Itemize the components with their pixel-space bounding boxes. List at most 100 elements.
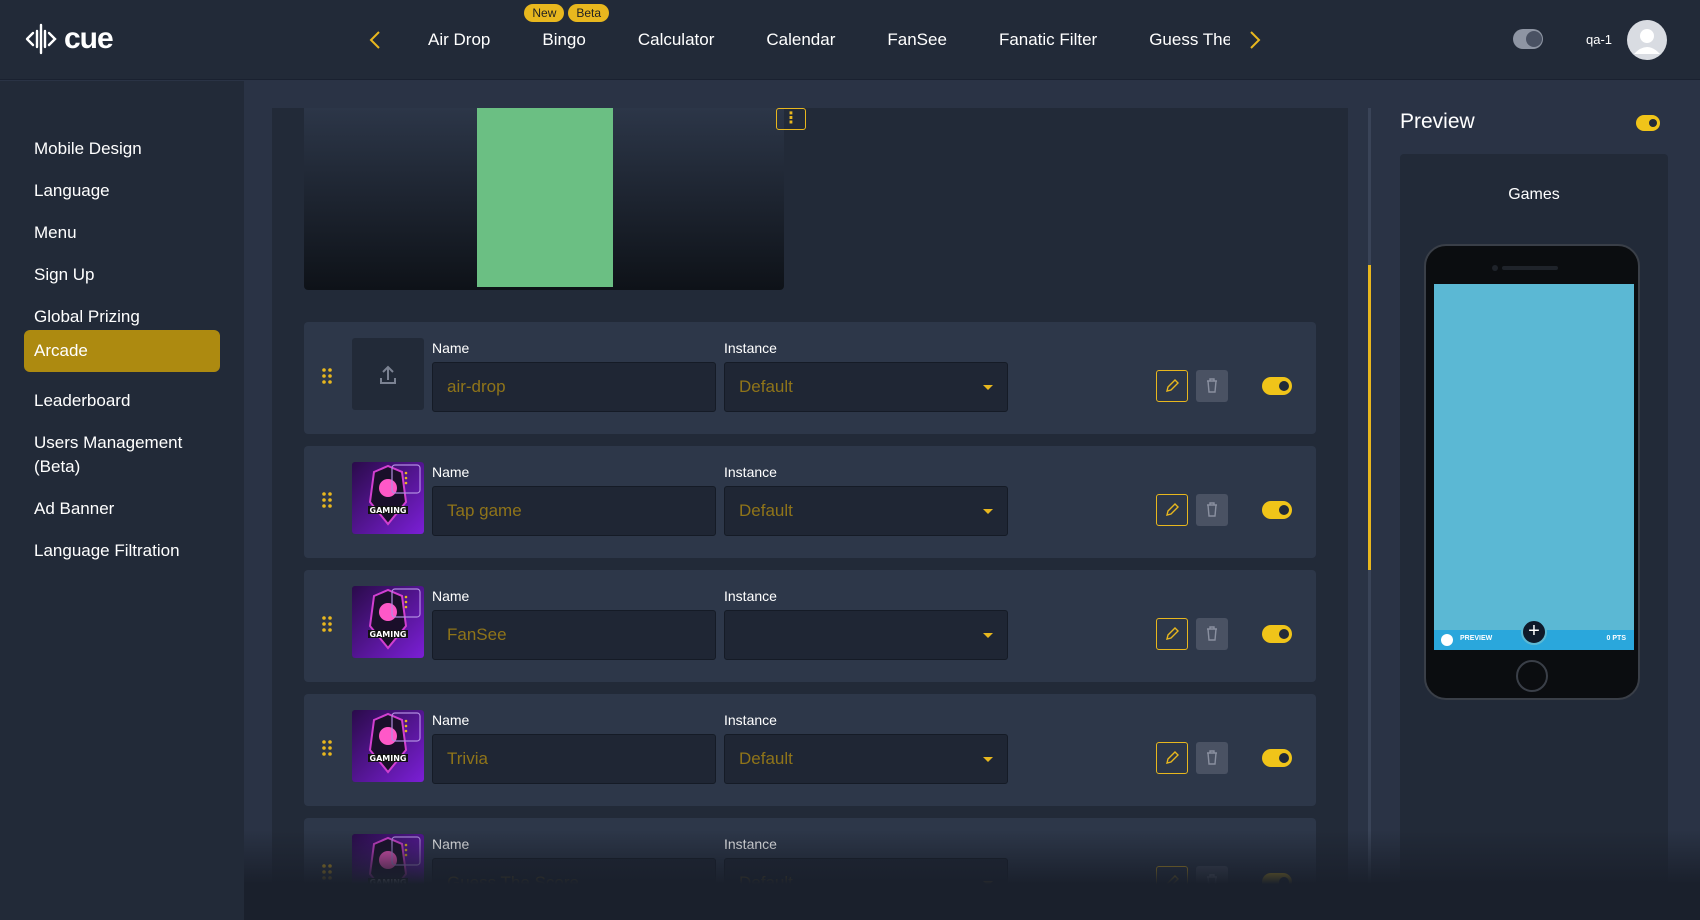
sidebar-item-users-management[interactable]: Users Management (Beta) (24, 423, 220, 487)
sidebar-item-label: Arcade (34, 341, 88, 360)
delete-button[interactable] (1196, 494, 1228, 526)
upload-thumbnail-button[interactable] (352, 338, 424, 410)
pencil-icon (1166, 379, 1179, 392)
delete-button[interactable] (1196, 618, 1228, 650)
arcade-games-panel: ⋮ Name Instance air-drop Default GAMING … (272, 108, 1348, 920)
game-row: GAMING Name Instance Trivia Default (304, 694, 1316, 806)
sidebar-item-label: Ad Banner (34, 499, 115, 518)
delete-button[interactable] (1196, 370, 1228, 402)
pencil-icon (1166, 627, 1179, 640)
beta-badge: Beta (568, 4, 610, 22)
caret-down-icon (983, 881, 993, 886)
pencil-icon (1166, 503, 1179, 516)
theme-toggle[interactable] (1513, 29, 1543, 49)
instance-select[interactable]: Default (724, 486, 1008, 536)
delete-button[interactable] (1196, 742, 1228, 774)
drag-handle-icon[interactable] (322, 492, 332, 508)
sidebar-item-mobile-design[interactable]: Mobile Design (24, 129, 220, 169)
tab-bingo[interactable]: New Beta Bingo (524, 4, 610, 50)
tab-air-drop[interactable]: Air Drop (428, 30, 490, 50)
tab-label: Air Drop (428, 30, 491, 49)
sidebar-item-leaderboard[interactable]: Leaderboard (24, 381, 220, 421)
footer-left-text: PREVIEW (1460, 635, 1493, 642)
phone-mockup: PREVIEW 0 PTS + (1424, 244, 1640, 700)
edit-button[interactable] (1156, 618, 1188, 650)
sidebar-item-menu[interactable]: Menu (24, 213, 220, 253)
edit-button[interactable] (1156, 866, 1188, 898)
game-thumbnail[interactable]: GAMING (352, 462, 424, 534)
sidebar: Mobile Design Language Menu Sign Up Glob… (0, 81, 244, 920)
tab-calculator[interactable]: Calculator (638, 30, 715, 50)
tab-fansee[interactable]: FanSee (887, 30, 947, 50)
name-label: Name (432, 712, 470, 728)
tab-label: Calendar (766, 30, 836, 49)
trash-icon (1207, 502, 1217, 517)
game-name-input[interactable]: Trivia (432, 734, 716, 784)
instance-label: Instance (724, 340, 777, 356)
sidebar-item-language[interactable]: Language (24, 171, 220, 211)
instance-select[interactable]: Default (724, 734, 1008, 784)
instance-value: Default (739, 749, 793, 768)
instance-label: Instance (724, 712, 777, 728)
more-options-icon[interactable]: ⋮ (776, 108, 806, 130)
game-row: GAMING Name Instance Guess The Score Def… (304, 818, 1316, 920)
sidebar-item-sign-up[interactable]: Sign Up (24, 255, 220, 295)
game-thumbnail[interactable]: GAMING (352, 710, 424, 782)
tab-calendar[interactable]: Calendar (766, 30, 835, 50)
instance-select[interactable]: Default (724, 858, 1008, 908)
user-name: qa-1 (1586, 32, 1613, 47)
top-bar: cue Air Drop New Beta Bingo Calculator C… (0, 0, 1700, 80)
cue-logo-icon (25, 23, 57, 55)
instance-value: Default (739, 377, 793, 396)
preview-toggle[interactable] (1636, 115, 1660, 131)
plus-icon: + (1521, 619, 1547, 645)
cue-logo[interactable]: cue (24, 22, 114, 56)
drag-handle-icon[interactable] (322, 864, 332, 880)
chevron-right-icon[interactable] (1242, 28, 1266, 52)
delete-button[interactable] (1196, 866, 1228, 898)
instance-select[interactable]: Default (724, 362, 1008, 412)
scrollbar-thumb[interactable] (1368, 265, 1371, 570)
sidebar-item-label: Menu (34, 223, 77, 242)
instance-select[interactable] (724, 610, 1008, 660)
upload-icon (380, 365, 396, 384)
enable-toggle[interactable] (1262, 625, 1292, 643)
tab-fanatic-filter[interactable]: Fanatic Filter (999, 30, 1097, 50)
instance-label: Instance (724, 836, 777, 852)
sidebar-item-arcade[interactable]: Arcade (24, 330, 220, 372)
enable-toggle[interactable] (1262, 873, 1292, 891)
tab-label: Fanatic Filter (998, 30, 1098, 49)
instance-value: Default (739, 501, 793, 520)
game-name-input[interactable]: Tap game (432, 486, 716, 536)
game-thumbnail[interactable]: GAMING (352, 834, 424, 906)
enable-toggle[interactable] (1262, 501, 1292, 519)
drag-handle-icon[interactable] (322, 368, 332, 384)
tab-guess-the[interactable]: Guess The (1149, 30, 1230, 50)
game-name-input[interactable]: FanSee (432, 610, 716, 660)
sidebar-item-ad-banner[interactable]: Ad Banner (24, 489, 220, 529)
chevron-left-icon[interactable] (364, 28, 388, 52)
trash-icon (1207, 626, 1217, 641)
phone-screen: PREVIEW 0 PTS + (1434, 284, 1634, 650)
game-thumbnail[interactable]: GAMING (352, 586, 424, 658)
enable-toggle[interactable] (1262, 749, 1292, 767)
user-avatar[interactable] (1627, 20, 1667, 60)
instance-label: Instance (724, 588, 777, 604)
sidebar-item-label: Mobile Design (34, 139, 142, 158)
enable-toggle[interactable] (1262, 377, 1292, 395)
sidebar-item-language-filtration[interactable]: Language Filtration (24, 531, 220, 571)
preview-screen-title: Games (1508, 186, 1560, 203)
drag-handle-icon[interactable] (322, 616, 332, 632)
sidebar-item-label: Sign Up (34, 265, 95, 284)
phone-camera (1492, 265, 1498, 271)
edit-button[interactable] (1156, 494, 1188, 526)
game-name-input[interactable]: air-drop (432, 362, 716, 412)
svg-text:GAMING: GAMING (370, 878, 407, 887)
edit-button[interactable] (1156, 742, 1188, 774)
toggle-knob (1279, 753, 1289, 763)
svg-text:GAMING: GAMING (370, 754, 407, 763)
game-row: GAMING Name Instance FanSee (304, 570, 1316, 682)
edit-button[interactable] (1156, 370, 1188, 402)
game-name-input[interactable]: Guess The Score (432, 858, 716, 908)
drag-handle-icon[interactable] (322, 740, 332, 756)
